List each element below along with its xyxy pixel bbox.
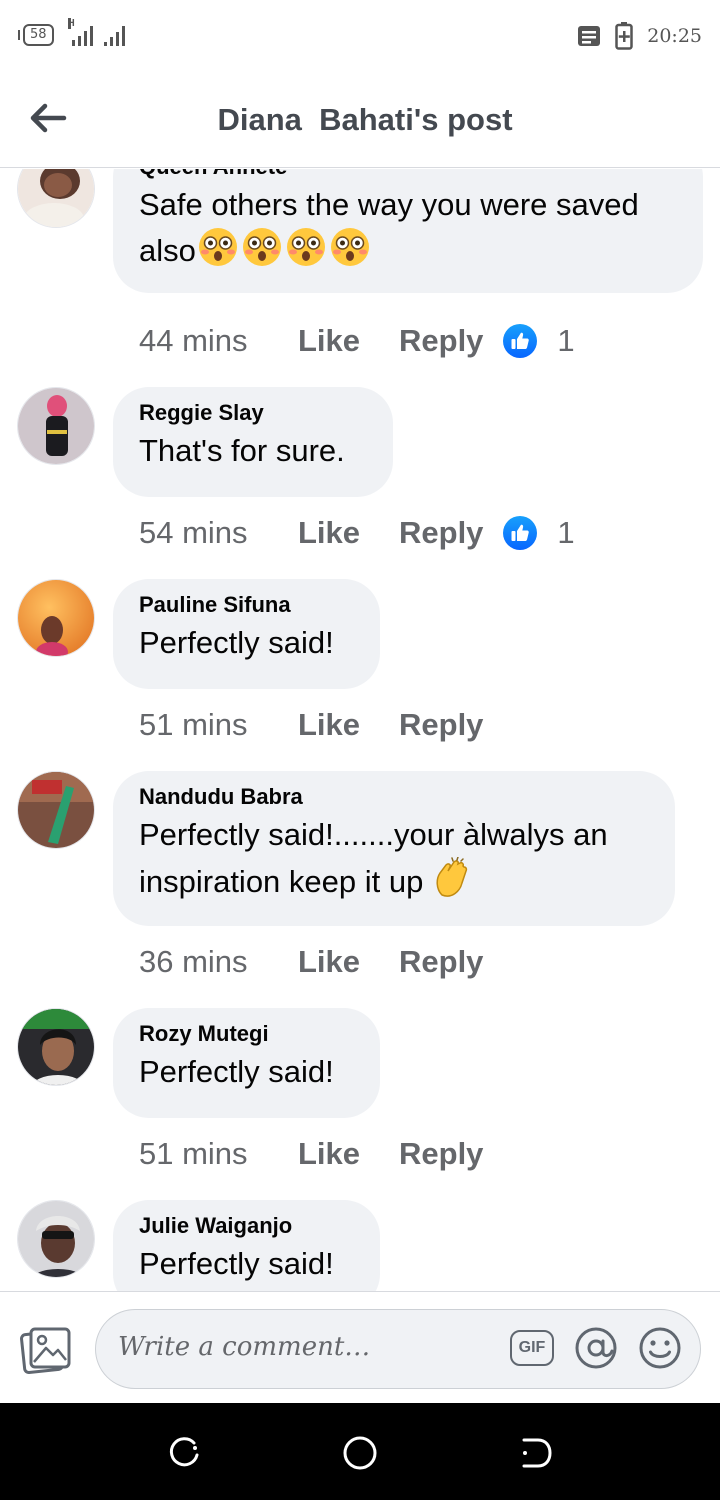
comment-actions: 51 mins Like Reply: [139, 705, 483, 745]
comment-bubble[interactable]: Queen Annete Safe others the way you wer…: [113, 169, 703, 293]
like-button[interactable]: Like: [298, 944, 399, 980]
recent-apps-icon: [169, 1437, 199, 1467]
add-photo-button[interactable]: [20, 1324, 74, 1378]
reaction-summary[interactable]: 1: [503, 515, 575, 551]
mention-button[interactable]: [574, 1324, 618, 1372]
reply-button[interactable]: Reply: [399, 515, 483, 551]
avatar[interactable]: [17, 1008, 95, 1086]
comment-actions: 51 mins Like Reply: [139, 1134, 483, 1174]
comment-author[interactable]: Nandudu Babra: [139, 782, 649, 812]
like-button[interactable]: Like: [298, 1136, 399, 1172]
emoji-icon: [639, 1327, 681, 1369]
home-button[interactable]: [340, 1433, 380, 1473]
avatar[interactable]: [17, 169, 95, 228]
flushed-face-emoji: [196, 227, 240, 279]
comment-actions: 44 mins Like Reply 1: [139, 321, 575, 361]
back-icon: [522, 1438, 552, 1468]
comment-author[interactable]: Queen Annete: [139, 169, 677, 182]
comment-text: Perfectly said!: [139, 1054, 334, 1089]
reply-button[interactable]: Reply: [399, 1136, 483, 1172]
comment-actions: 36 mins Like Reply: [139, 942, 483, 982]
mention-icon: [575, 1327, 617, 1369]
like-button[interactable]: Like: [298, 515, 399, 551]
home-icon: [343, 1436, 377, 1470]
avatar[interactable]: [17, 771, 95, 849]
comment-text: Perfectly said!: [139, 1246, 334, 1281]
comment-timestamp[interactable]: 54 mins: [139, 515, 298, 551]
thumbs-up-icon: [503, 516, 538, 550]
post-header: Diana Bahati's post: [0, 72, 720, 168]
reaction-count: 1: [557, 323, 575, 358]
like-button[interactable]: Like: [298, 707, 399, 743]
recent-apps-button[interactable]: [164, 1433, 204, 1473]
comment-composer: Write a comment… GIF: [0, 1291, 720, 1403]
reaction-summary[interactable]: 1: [503, 323, 575, 359]
comment-timestamp[interactable]: 36 mins: [139, 944, 298, 980]
comments-list[interactable]: Queen Annete Safe others the way you wer…: [0, 169, 720, 1291]
reply-button[interactable]: Reply: [399, 707, 483, 743]
comment-input-placeholder: Write a comment…: [118, 1332, 371, 1362]
status-bar: 58 H 20:25: [0, 0, 720, 72]
comment-author[interactable]: Reggie Slay: [139, 398, 367, 428]
clapping-hands-emoji: [432, 856, 472, 911]
like-button[interactable]: Like: [298, 323, 399, 359]
avatar[interactable]: [17, 1200, 95, 1278]
reaction-count: 1: [557, 515, 575, 550]
comment-bubble[interactable]: Julie Waiganjo Perfectly said!: [113, 1200, 380, 1291]
comment-timestamp[interactable]: 51 mins: [139, 1136, 298, 1172]
comment-text: Perfectly said!.......your àlwalys an in…: [139, 812, 649, 911]
reply-button[interactable]: Reply: [399, 944, 483, 980]
comment-timestamp[interactable]: 51 mins: [139, 707, 298, 743]
comment-bubble[interactable]: Rozy Mutegi Perfectly said!: [113, 1008, 380, 1118]
comment-text: Perfectly said!: [139, 625, 334, 660]
comment-bubble[interactable]: Nandudu Babra Perfectly said!.......your…: [113, 771, 675, 926]
comment-text: Safe others the way you were saved also: [139, 182, 677, 279]
page-title: Diana Bahati's post: [217, 102, 513, 137]
flushed-face-emoji: [328, 227, 372, 279]
back-nav-button[interactable]: [516, 1433, 556, 1473]
avatar[interactable]: [17, 579, 95, 657]
reply-button[interactable]: Reply: [399, 323, 483, 359]
comment-text: That's for sure.: [139, 433, 345, 468]
network-speed-badge: 58: [18, 24, 54, 46]
photo-icon: [20, 1327, 71, 1374]
signal-strength-icon: H: [67, 18, 125, 46]
comment-timestamp[interactable]: 44 mins: [139, 323, 298, 359]
comment-actions: 54 mins Like Reply 1: [139, 513, 575, 553]
emoji-button[interactable]: [638, 1324, 682, 1372]
flushed-face-emoji: [240, 227, 284, 279]
comment-input[interactable]: Write a comment… GIF: [95, 1309, 701, 1389]
comment-bubble[interactable]: Pauline Sifuna Perfectly said!: [113, 579, 380, 689]
thumbs-up-icon: [503, 324, 538, 358]
gif-button[interactable]: GIF: [510, 1324, 554, 1372]
clock: 20:25: [647, 25, 702, 47]
notification-icon: [578, 26, 601, 46]
avatar[interactable]: [17, 387, 95, 465]
comment-author[interactable]: Julie Waiganjo: [139, 1211, 354, 1241]
comment-author[interactable]: Rozy Mutegi: [139, 1019, 354, 1049]
comment-bubble[interactable]: Reggie Slay That's for sure.: [113, 387, 393, 497]
flushed-face-emoji: [284, 227, 328, 279]
battery-charging-icon: [615, 22, 633, 50]
system-navigation-bar: [0, 1403, 720, 1500]
network-speed-value: 58: [23, 24, 54, 46]
gif-icon: GIF: [510, 1330, 554, 1366]
comment-author[interactable]: Pauline Sifuna: [139, 590, 354, 620]
